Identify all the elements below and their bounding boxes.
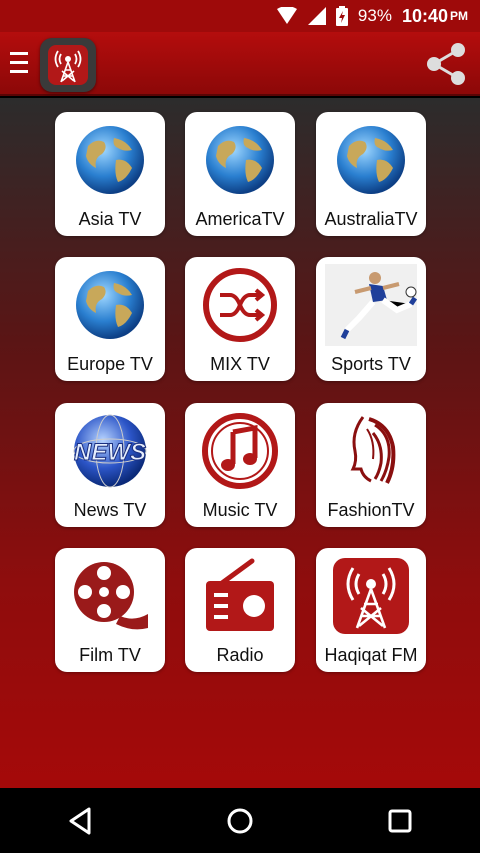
radio-icon <box>200 556 280 636</box>
tile-label: Haqiqat FM <box>324 645 418 665</box>
tile-film-tv[interactable]: Film TV <box>55 548 165 672</box>
svg-text:NEWS: NEWS <box>74 439 146 466</box>
tile-australia-tv[interactable]: AustraliaTV <box>316 112 426 236</box>
globe-icon <box>200 120 280 200</box>
wifi-icon <box>276 7 298 25</box>
cellular-signal-icon <box>307 7 326 25</box>
globe-icon <box>70 120 150 200</box>
tile-fashion-tv[interactable]: FashionTV <box>316 403 426 527</box>
status-bar: 93% 10:40 PM <box>0 0 480 32</box>
globe-icon <box>331 120 411 200</box>
tile-america-tv[interactable]: AmericaTV <box>185 112 295 236</box>
shuffle-icon <box>200 265 280 345</box>
tile-haqiqat-fm[interactable]: Haqiqat FM <box>316 548 426 672</box>
recents-icon[interactable] <box>380 801 420 841</box>
clock-ampm: PM <box>450 9 468 23</box>
tile-label: News TV <box>73 500 147 520</box>
tile-label: Film TV <box>79 645 141 665</box>
tile-europe-tv[interactable]: Europe TV <box>55 257 165 381</box>
hamburger-menu-icon[interactable] <box>10 52 28 74</box>
music-note-icon <box>200 411 280 491</box>
fashion-face-icon <box>331 411 411 491</box>
globe-icon <box>70 265 150 345</box>
channel-grid: Asia TV AmericaTV AustraliaTV Europe TV … <box>0 98 480 788</box>
clock-time: 10:40 <box>401 5 448 26</box>
tile-mix-tv[interactable]: MIX TV <box>185 257 295 381</box>
tile-music-tv[interactable]: Music TV <box>185 403 295 527</box>
app-bar <box>0 32 480 96</box>
back-icon[interactable] <box>60 801 100 841</box>
battery-percent: 93% <box>357 6 392 25</box>
battery-charging-icon <box>335 6 348 26</box>
tile-label: Music TV <box>202 500 278 520</box>
tile-label: Europe TV <box>67 354 153 374</box>
film-reel-icon <box>70 556 150 636</box>
tile-label: AustraliaTV <box>324 209 418 229</box>
soccer-player-icon <box>324 264 418 346</box>
tile-news-tv[interactable]: NEWS News TV <box>55 403 165 527</box>
app-logo-radio-tower-icon <box>40 38 96 92</box>
tile-label: AmericaTV <box>195 209 285 229</box>
tile-label: Sports TV <box>331 354 411 374</box>
home-icon[interactable] <box>220 801 260 841</box>
tile-sports-tv[interactable]: Sports TV <box>316 257 426 381</box>
tile-label: FashionTV <box>327 500 415 520</box>
radio-tower-icon <box>331 556 411 636</box>
system-navigation-bar <box>0 789 480 853</box>
tile-label: Radio <box>216 645 264 665</box>
tile-asia-tv[interactable]: Asia TV <box>55 112 165 236</box>
clock: 10:40 PM <box>402 6 468 27</box>
news-globe-icon: NEWS <box>70 411 150 491</box>
tile-label: MIX TV <box>210 354 270 374</box>
tile-label: Asia TV <box>78 209 142 229</box>
share-icon[interactable] <box>422 40 470 88</box>
tile-radio[interactable]: Radio <box>185 548 295 672</box>
